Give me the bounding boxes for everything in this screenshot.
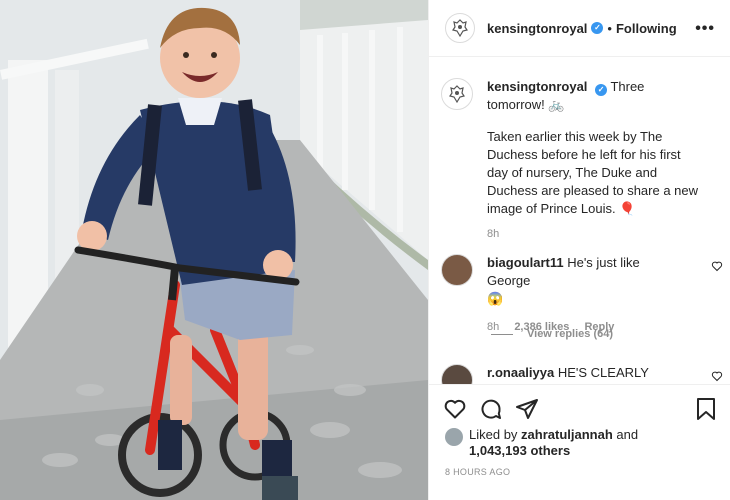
liked-by-and: and <box>616 427 639 442</box>
crest-icon <box>449 85 465 104</box>
heart-icon[interactable] <box>711 260 723 272</box>
caption-username[interactable]: kensingtonroyal <box>487 79 587 94</box>
comment-username[interactable]: r.onaaliyya <box>487 365 554 380</box>
verified-icon: ✓ <box>595 84 608 96</box>
liker-avatar[interactable] <box>445 428 463 446</box>
verified-icon: ✓ <box>591 22 604 34</box>
following-button[interactable]: Following <box>616 21 677 36</box>
separator-dot: • <box>607 20 612 36</box>
likes-count[interactable]: 1,043,193 others <box>469 443 570 458</box>
comment-username[interactable]: biagoulart11 <box>487 255 564 270</box>
share-icon[interactable] <box>515 397 539 421</box>
liked-by-user[interactable]: zahratuljannah <box>521 427 613 442</box>
crest-icon <box>452 19 468 38</box>
bicycle-emoji: 🚲 <box>548 97 565 112</box>
comments-section[interactable]: kensingtonroyal ✓ Three tomorrow! 🚲 Take… <box>429 58 730 384</box>
header-username[interactable]: kensingtonroyal <box>487 21 587 36</box>
heart-icon[interactable] <box>443 397 467 421</box>
commenter-avatar[interactable] <box>441 364 473 384</box>
action-bar: Liked by zahratuljannah and 1,043,193 ot… <box>429 384 730 500</box>
post-sidebar: kensingtonroyal ✓ • Following ••• kensin… <box>428 0 730 500</box>
caption-time[interactable]: 8h <box>487 228 701 240</box>
caption-paragraph: Taken earlier this week by The Duchess b… <box>487 129 699 216</box>
comment-item: biagoulart11 He's just like George 😱 8h … <box>441 254 723 336</box>
comment-emoji: 😱 <box>487 291 504 306</box>
post-header: kensingtonroyal ✓ • Following ••• <box>429 0 730 57</box>
post-photo[interactable] <box>0 0 428 500</box>
view-replies-button[interactable]: View replies (64) <box>491 328 613 340</box>
replies-divider <box>491 333 513 335</box>
comment-icon[interactable] <box>479 397 503 421</box>
likes-summary: Liked by zahratuljannah and 1,043,193 ot… <box>445 427 638 459</box>
post-timestamp[interactable]: 8 HOURS AGO <box>445 467 510 477</box>
commenter-avatar[interactable] <box>441 254 473 286</box>
more-options-icon[interactable]: ••• <box>695 20 715 38</box>
profile-avatar[interactable] <box>445 13 475 43</box>
comment-item: r.onaaliyya HE'S CLEARLY <box>441 364 723 384</box>
caption-avatar[interactable] <box>441 78 473 110</box>
instagram-post: kensingtonroyal ✓ • Following ••• kensin… <box>0 0 730 500</box>
balloon-emoji: 🎈 <box>619 201 636 216</box>
photo-illustration <box>0 0 428 500</box>
comment-text: HE'S CLEARLY <box>557 365 649 380</box>
heart-icon[interactable] <box>711 370 723 382</box>
view-replies-label: View replies (64) <box>527 328 614 340</box>
liked-by-prefix: Liked by <box>469 427 518 442</box>
bookmark-icon[interactable] <box>695 397 717 421</box>
caption: kensingtonroyal ✓ Three tomorrow! 🚲 Take… <box>441 78 723 240</box>
